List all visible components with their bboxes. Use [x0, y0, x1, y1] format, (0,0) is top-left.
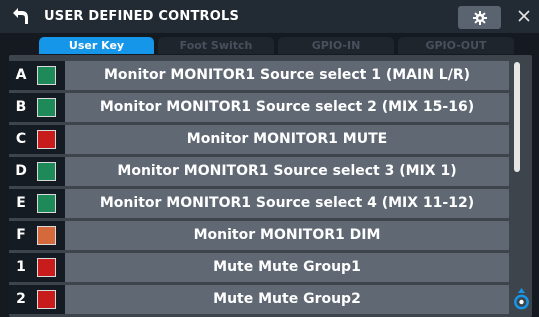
color-swatch[interactable] — [37, 226, 56, 245]
list-item: E Monitor MONITOR1 Source select 4 (MIX … — [9, 189, 509, 218]
list-item: 2 Mute Mute Group2 — [9, 285, 509, 314]
list-item: B Monitor MONITOR1 Source select 2 (MIX … — [9, 93, 509, 122]
color-swatch[interactable] — [37, 162, 56, 181]
list-item: A Monitor MONITOR1 Source select 1 (MAIN… — [9, 61, 509, 90]
close-icon — [518, 10, 530, 22]
scroll-arrows-icon — [514, 288, 529, 310]
key-label: D — [15, 163, 27, 179]
key-label: C — [15, 131, 27, 147]
list-item: C Monitor MONITOR1 MUTE — [9, 125, 509, 154]
assignment-button[interactable]: Monitor MONITOR1 Source select 1 (MAIN L… — [65, 61, 509, 90]
tab-foot-switch[interactable]: Foot Switch — [158, 37, 274, 54]
scrollbar[interactable] — [514, 62, 520, 172]
assignment-button[interactable]: Monitor MONITOR1 DIM — [65, 221, 509, 250]
tab-bar: User Key Foot Switch GPIO-IN GPIO-OUT — [39, 37, 514, 54]
tab-gpio-in[interactable]: GPIO-IN — [278, 37, 394, 54]
assignment-button[interactable]: Monitor MONITOR1 Source select 4 (MIX 11… — [65, 189, 509, 218]
assignment-button[interactable]: Mute Mute Group1 — [65, 253, 509, 282]
color-swatch[interactable] — [37, 66, 56, 85]
gear-icon — [472, 10, 487, 25]
back-button[interactable] — [6, 2, 36, 30]
assignment-button[interactable]: Monitor MONITOR1 MUTE — [65, 125, 509, 154]
back-arrow-icon — [13, 8, 28, 24]
title-bar: USER DEFINED CONTROLS — [0, 0, 539, 33]
color-swatch[interactable] — [37, 290, 56, 309]
list-item: F Monitor MONITOR1 DIM — [9, 221, 509, 250]
settings-button[interactable] — [458, 6, 501, 29]
key-label: 1 — [16, 259, 26, 275]
list-item: D Monitor MONITOR1 Source select 3 (MIX … — [9, 157, 509, 186]
color-swatch[interactable] — [37, 130, 56, 149]
assignment-button[interactable]: Monitor MONITOR1 Source select 2 (MIX 15… — [65, 93, 509, 122]
tab-user-key[interactable]: User Key — [39, 37, 154, 54]
page-title: USER DEFINED CONTROLS — [44, 9, 240, 24]
tab-gpio-out[interactable]: GPIO-OUT — [398, 37, 514, 54]
scroll-knob[interactable] — [513, 287, 530, 313]
key-label: B — [15, 99, 27, 115]
key-label: E — [16, 195, 26, 211]
close-button[interactable] — [512, 3, 536, 29]
color-swatch[interactable] — [37, 98, 56, 117]
assignment-button[interactable]: Monitor MONITOR1 Source select 3 (MIX 1) — [65, 157, 509, 186]
key-label: A — [15, 67, 27, 83]
color-swatch[interactable] — [37, 194, 56, 213]
list-item: 1 Mute Mute Group1 — [9, 253, 509, 282]
key-label: F — [16, 227, 26, 243]
controls-list: A Monitor MONITOR1 Source select 1 (MAIN… — [9, 55, 532, 317]
color-swatch[interactable] — [37, 258, 56, 277]
key-label: 2 — [16, 291, 26, 307]
assignment-button[interactable]: Mute Mute Group2 — [65, 285, 509, 314]
